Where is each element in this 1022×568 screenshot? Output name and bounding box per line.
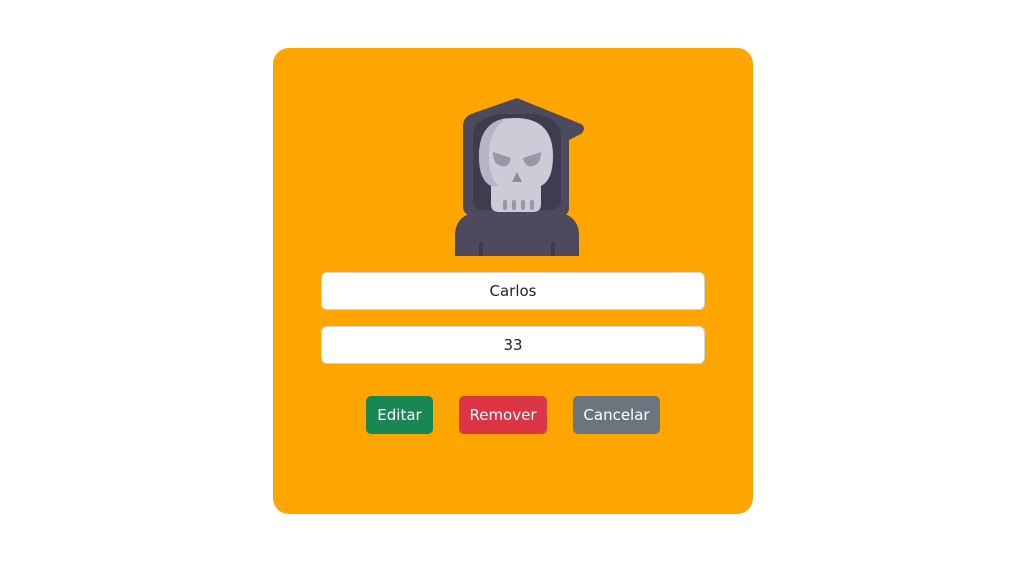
edit-button[interactable]: Editar [366,396,433,434]
remove-button[interactable]: Remover [459,396,547,434]
edit-card: Editar Remover Cancelar [273,48,753,514]
name-input[interactable] [321,272,705,310]
cancel-button[interactable]: Cancelar [573,396,660,434]
age-input[interactable] [321,326,705,364]
grim-reaper-avatar-icon [449,96,585,256]
